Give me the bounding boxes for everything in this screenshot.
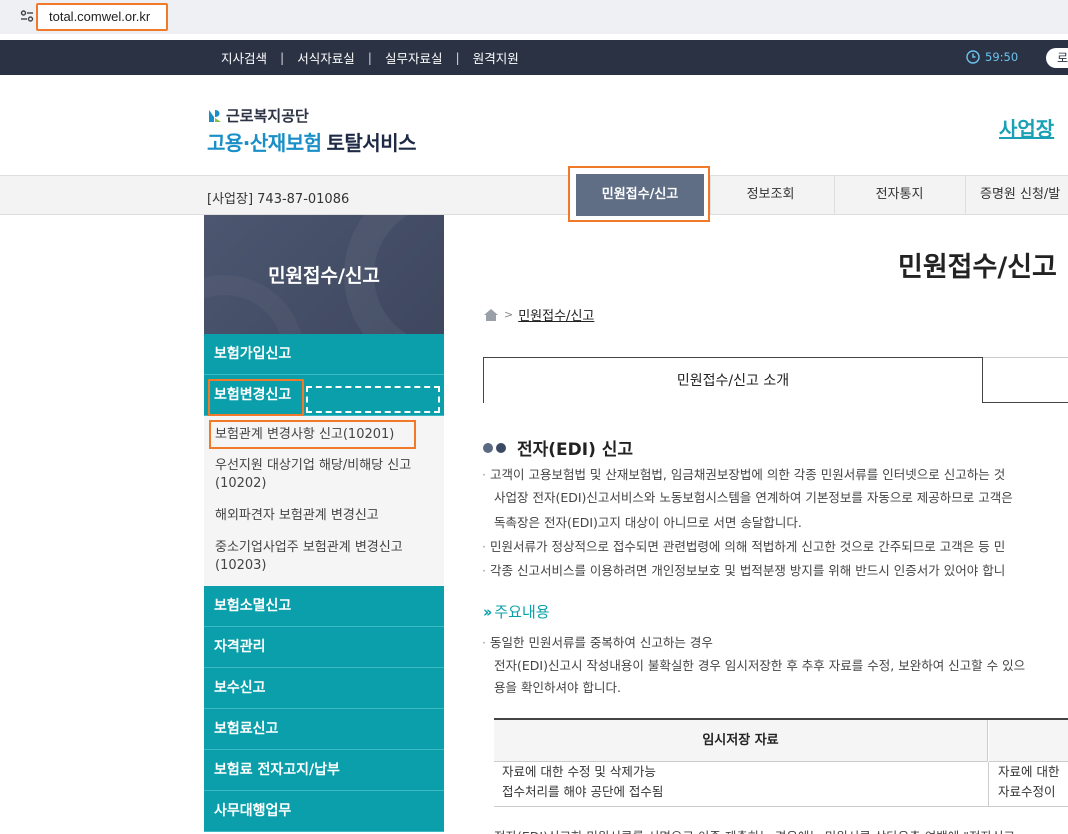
paragraph: 민원서류가 정상적으로 접수되면 관련법령에 의해 적법하게 신고한 것으로 간… [482,538,1005,556]
breadcrumb-separator: > [504,308,514,321]
org-name: 근로복지공단 [226,107,309,125]
sidebar-item-qualification[interactable]: 자격관리 [204,627,444,668]
highlight-box [208,379,304,416]
page-title: 민원접수/신고 [898,252,1057,283]
business-number: [사업장] 743-87-01086 [207,192,350,207]
table-divider [988,762,989,806]
sidebar-header: 민원접수/신고 [204,215,444,334]
paragraph: 고객이 고용보험법 및 산재보험법, 임금채권보장법에 의한 각종 민원서류를 … [482,466,1005,484]
breadcrumb-current[interactable]: 민원접수/신고 [518,305,594,324]
top-link-branch-search[interactable]: 지사검색 [221,48,267,67]
top-link-forms[interactable]: 서식자료실 [297,48,355,67]
login-button[interactable]: 로 [1046,48,1068,68]
site-header: 근로복지공단 고용·산재보험 토탈서비스 사업장 [0,75,1068,175]
double-chevron-icon: ›› [483,602,493,621]
sidebar-item-e-billing[interactable]: 보험료 전자고지/납부 [204,750,444,791]
section-title: 전자(EDI) 신고 [483,435,633,460]
paragraph: 용을 확인하셔야 합니다. [494,680,621,695]
submenu-item-change-report[interactable]: 보험관계 변경사항 신고(10201) [204,418,444,452]
paragraph: 사업장 전자(EDI)신고서비스와 노동보험시스템을 연계하여 기본정보를 자동… [494,490,1013,505]
sidebar-item-agency[interactable]: 사무대행업무 [204,791,444,832]
comwel-logo-icon [209,109,221,122]
paragraph: 각종 신고서비스를 이용하려면 개인정보보호 및 법적분쟁 방지를 위해 반드시… [482,562,1005,580]
session-timer: 59:50 [966,50,1018,64]
top-utility-bar: 지사검색 | 서식자료실 | 실무자료실 | 원격지원 59:50 로 [0,40,1068,75]
sidebar-submenu: 보험관계 변경사항 신고(10201) 우선지원 대상기업 해당/비해당 신고 … [204,416,444,586]
table-header: 임시저장 자료 [494,720,988,762]
paragraph: 독촉장은 전자(EDI)고지 대상이 아니므로 서면 송달합니다. [494,515,802,530]
tab-next[interactable] [983,357,1068,402]
timer-value: 59:50 [985,50,1019,64]
paragraph: 전자(EDI)신고시 작성내용이 불확실한 경우 임시저장한 후 추후 자료를 … [494,658,1026,673]
sidebar-item-insurance-termination[interactable]: 보험소멸신고 [204,586,444,627]
site-info-icon[interactable] [20,9,34,23]
bullet-dots-icon [483,442,509,453]
breadcrumb: > 민원접수/신고 [483,305,594,324]
sidebar-item-wage-report[interactable]: 보수신고 [204,668,444,709]
service-logo[interactable]: 고용·산재보험 토탈서비스 [207,127,416,156]
paragraph: 동일한 민원서류를 중복하여 신고하는 경우 [482,634,713,652]
business-link[interactable]: 사업장 [999,113,1054,142]
top-links: 지사검색 | 서식자료실 | 실무자료실 | 원격지원 [221,48,519,67]
service-name-b: 토탈서비스 [326,131,417,155]
sub-section-title: ›› 주요내용 [483,602,550,622]
sidebar-item-premium-report[interactable]: 보험료신고 [204,709,444,750]
nav-item-e-notice[interactable]: 전자통지 [834,176,964,214]
table-header [989,720,1068,762]
table-divider [494,806,1068,807]
sidebar-item-insurance-join[interactable]: 보험가입신고 [204,334,444,375]
nav-item-civil-complaint[interactable]: 민원접수/신고 [576,174,704,216]
clock-icon [966,50,980,64]
focus-outline [306,386,440,413]
tab-intro[interactable]: 민원접수/신고 소개 [483,357,983,403]
submenu-item-overseas-dispatch[interactable]: 해외파견자 보험관계 변경신고 [204,498,444,534]
org-logo[interactable]: 근로복지공단 [207,105,309,126]
main-nav: [사업장] 743-87-01086 민원접수/신고 정보조회 전자통지 증명원… [0,166,1068,222]
table-cell: 자료에 대한 자료수정이 [998,764,1060,799]
submenu-item-sme-owner[interactable]: 중소기업사업주 보험관계 변경신고 (10203) [204,534,444,580]
url-field[interactable]: total.comwel.or.kr [36,3,168,31]
top-link-remote-support[interactable]: 원격지원 [473,48,519,67]
submenu-item-priority-support[interactable]: 우선지원 대상기업 해당/비해당 신고 (10202) [204,452,444,498]
nav-item-certificate[interactable]: 증명원 신청/발 [965,176,1068,214]
home-icon[interactable] [483,308,499,322]
highlight-box [209,420,416,449]
table-cell: 자료에 대한 수정 및 삭제가능 접수처리를 해야 공단에 접수됨 [502,764,664,799]
service-name-a: 고용·산재보험 [207,131,322,155]
tab-bar: 민원접수/신고 소개 [483,357,1068,403]
comparison-table: 임시저장 자료 자료에 대한 수정 및 삭제가능 접수처리를 해야 공단에 접수… [494,718,1068,807]
top-link-practice[interactable]: 실무자료실 [385,48,443,67]
sidebar-item-insurance-change[interactable]: 보험변경신고 [204,375,444,416]
browser-address-bar: total.comwel.or.kr [0,0,1068,34]
paragraph: 전자(EDI)신고한 민원서류를 서면으로 이중 제출하는 경우에는 민원서류 … [494,826,1015,834]
sidebar-menu: 보험가입신고 보험변경신고 보험관계 변경사항 신고(10201) 우선지원 대… [204,334,444,832]
sidebar-title: 민원접수/신고 [268,265,380,287]
nav-item-info-lookup[interactable]: 정보조회 [710,176,830,214]
